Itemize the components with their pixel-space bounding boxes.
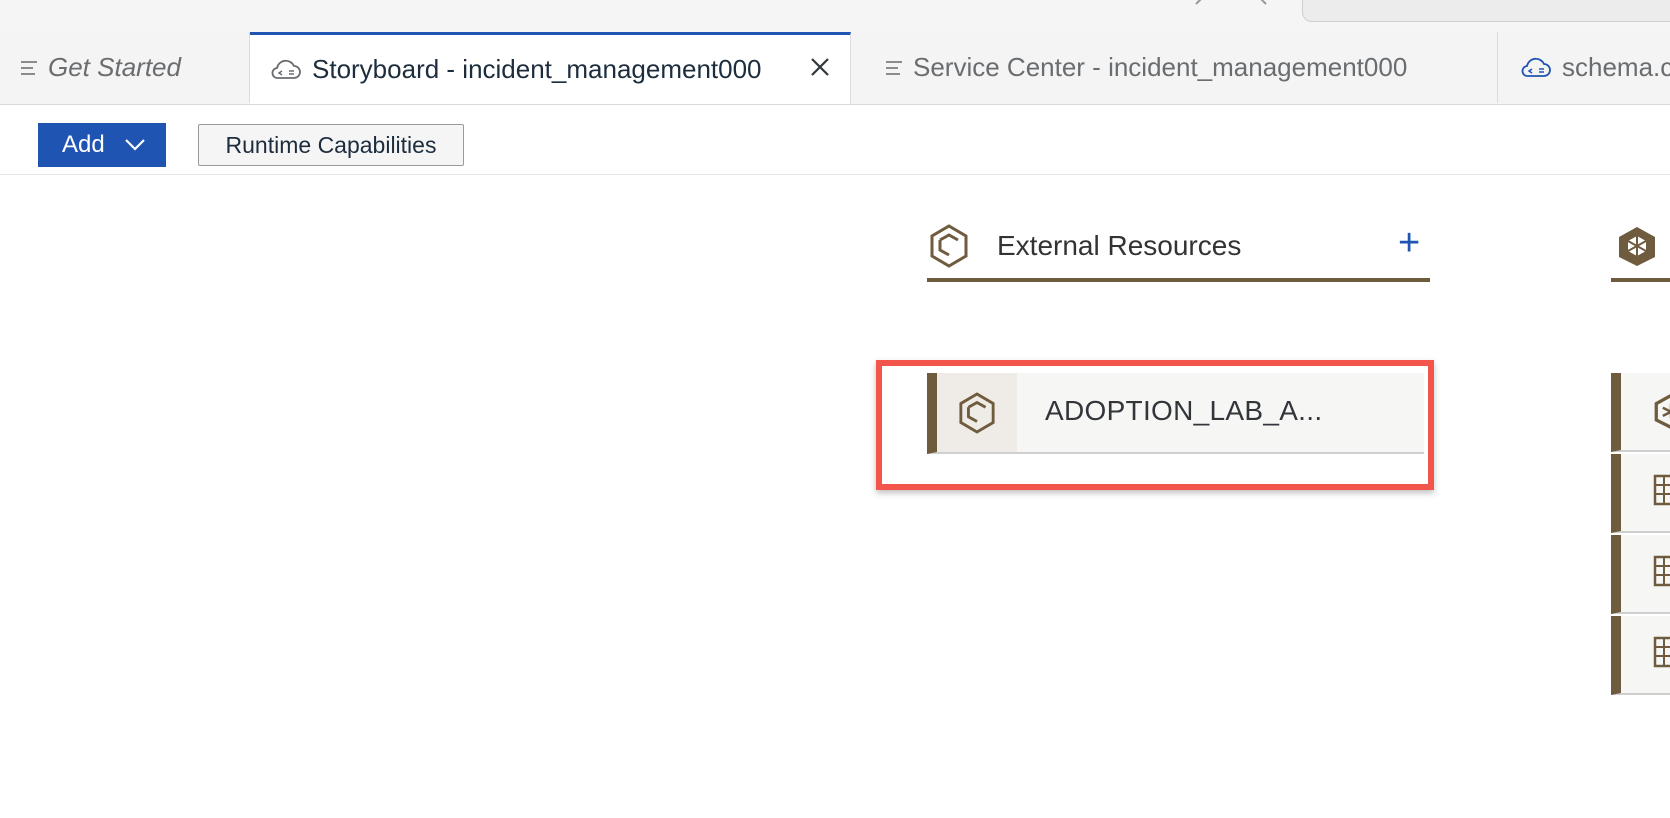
close-icon[interactable] <box>808 55 832 79</box>
tab-label: Service Center - incident_management000 <box>913 52 1408 82</box>
tab-get-started[interactable]: Get Started <box>0 32 250 103</box>
list-item-table[interactable] <box>1611 616 1670 695</box>
lines-icon <box>885 60 903 76</box>
list-item-table[interactable] <box>1611 454 1670 533</box>
table-icon <box>1653 474 1670 511</box>
cubes-icon <box>1653 393 1670 434</box>
list-item-resource[interactable]: ADOPTION_LAB_A... <box>927 373 1424 454</box>
data-models-header <box>1611 220 1670 282</box>
editor-tab-strip: Get Started Storyboard - incident_manage… <box>0 32 1670 105</box>
forward-arrow-icon[interactable] <box>1254 0 1272 10</box>
tab-schema[interactable]: schema.c <box>1498 32 1670 103</box>
tab-storyboard[interactable]: Storyboard - incident_management000 <box>250 32 851 104</box>
list-item-model[interactable] <box>1611 373 1670 452</box>
table-icon <box>1653 636 1670 673</box>
hexagon-cube-icon <box>929 224 969 273</box>
column-title: External Resources <box>997 230 1242 261</box>
add-resource-icon[interactable]: + <box>1398 224 1420 262</box>
tab-label: schema.c <box>1562 52 1670 82</box>
cubes-icon <box>1615 224 1659 273</box>
table-icon <box>1653 555 1670 592</box>
hexagon-cube-icon <box>937 373 1017 452</box>
add-button[interactable]: Add <box>38 123 166 167</box>
list-item-table[interactable] <box>1611 535 1670 614</box>
tab-label: Storyboard - incident_management000 <box>312 54 762 84</box>
search-input[interactable] <box>1302 0 1670 22</box>
chevron-down-icon <box>124 139 145 151</box>
back-arrow-icon[interactable] <box>1192 0 1210 10</box>
runtime-capabilities-button[interactable]: Runtime Capabilities <box>198 124 464 166</box>
tab-service-center[interactable]: Service Center - incident_management000 <box>851 32 1498 103</box>
lines-icon <box>20 60 38 76</box>
storyboard-toolbar: Add Runtime Capabilities <box>0 105 1670 175</box>
resource-label: ADOPTION_LAB_A... <box>1045 395 1323 426</box>
add-button-label: Add <box>62 131 105 158</box>
cloud-code-icon <box>270 59 302 81</box>
tab-label: Get Started <box>48 52 181 82</box>
cloud-code-icon <box>1520 57 1552 79</box>
top-bar <box>0 0 1670 33</box>
external-resources-header: External Resources + <box>927 220 1430 282</box>
